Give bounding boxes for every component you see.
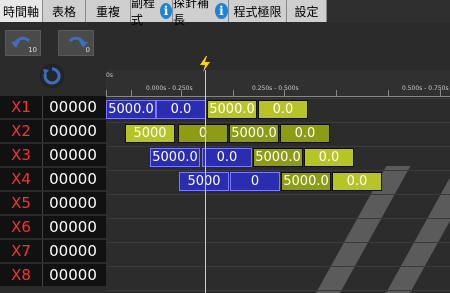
row-divider [106, 122, 450, 123]
ruler-tick [284, 90, 285, 96]
redo-button[interactable]: 0 [58, 30, 94, 56]
ruler-tick [440, 90, 441, 96]
timeline-segment[interactable]: 0.0 [202, 148, 252, 167]
channel-value: 00000 [49, 242, 97, 260]
ruler-label: 0.500s - 0.750s [402, 85, 449, 92]
channel-value: 00000 [49, 194, 97, 212]
timeline-segment[interactable]: 5000.0 [150, 148, 200, 167]
timeline[interactable]: 0s 0.000s - 0.250s 0.250s - 0.500s 0.500s … [106, 70, 450, 293]
timeline-segment[interactable]: 0.0 [156, 100, 206, 119]
row-divider [106, 266, 450, 267]
row-divider [106, 98, 450, 99]
tab-3[interactable]: 重複 [86, 0, 131, 22]
undo-button[interactable]: 10 [5, 30, 41, 56]
info-icon[interactable]: i [214, 3, 228, 19]
timeline-segment[interactable]: 0.0 [258, 100, 308, 119]
tab-2[interactable]: 表格 [43, 0, 86, 22]
reset-button[interactable] [40, 64, 64, 88]
row-divider [106, 242, 450, 243]
channel-label: X8 [0, 264, 43, 286]
channel-row[interactable]: X4 00000 [0, 168, 106, 192]
channel-row[interactable]: X1 00000 [0, 96, 106, 120]
ruler-tick [181, 90, 182, 96]
timeline-segment[interactable]: 5000.0 [229, 124, 279, 143]
redo-count: 0 [85, 46, 90, 54]
channel-row[interactable]: X7 00000 [0, 240, 106, 264]
row-divider [106, 218, 450, 219]
tab-label: 表格 [51, 4, 76, 19]
tab-1[interactable]: 時間軸 [0, 0, 43, 22]
channel-label: X1 [0, 96, 43, 118]
ruler-tick [233, 90, 234, 96]
ruler-tick [336, 90, 337, 96]
tab-label: 副程式 [131, 0, 156, 27]
tab-6[interactable]: 程式極限 [229, 0, 287, 22]
channel-label: X2 [0, 120, 43, 142]
timeline-segment[interactable]: 5000.0 [253, 148, 303, 167]
channel-label: X5 [0, 192, 43, 214]
channel-label: X4 [0, 168, 43, 190]
timeline-segment[interactable]: 5000.0 [207, 100, 257, 119]
timeline-segment[interactable]: 0.0 [304, 148, 354, 167]
time-ruler: 0s 0.000s - 0.250s 0.250s - 0.500s 0.500s … [106, 70, 450, 97]
channel-label: X6 [0, 216, 43, 238]
tab-label: 時間軸 [2, 4, 39, 19]
channel-row[interactable]: X2 00000 [0, 120, 106, 144]
refresh-icon [41, 65, 63, 87]
channel-value: 00000 [49, 122, 97, 140]
channel-label: X7 [0, 240, 43, 262]
channel-row[interactable]: X5 00000 [0, 192, 106, 216]
timeline-segment[interactable]: 5000.0 [281, 172, 331, 191]
channel-row[interactable]: X6 00000 [0, 216, 106, 240]
channel-value: 00000 [49, 146, 97, 164]
tab-label: 程式極限 [233, 4, 282, 19]
ruler-tick [131, 90, 132, 96]
timeline-segment[interactable]: 5000.0 [106, 100, 156, 119]
timeline-segment[interactable]: 5000 [179, 172, 229, 191]
tab-label: 重複 [95, 4, 120, 19]
tab-7[interactable]: 設定 [287, 0, 327, 22]
timeline-segment[interactable]: 5000 [125, 124, 175, 143]
channel-row[interactable]: X3 00000 [0, 144, 106, 168]
ruler-label: 0.250s - 0.500s [252, 85, 299, 92]
channel-value: 00000 [49, 218, 97, 236]
row-divider [106, 146, 450, 147]
channel-value: 00000 [49, 98, 97, 116]
timeline-segment[interactable]: 0.0 [280, 124, 330, 143]
info-icon[interactable]: i [160, 3, 172, 19]
tab-5[interactable]: 探針補長 i [173, 0, 229, 27]
timeline-segment[interactable]: 0 [230, 172, 280, 191]
tab-label: 探針補長 [173, 0, 210, 27]
channel-value: 00000 [49, 266, 97, 284]
ruler-label: 0.000s - 0.250s [146, 85, 193, 92]
row-divider [106, 170, 450, 171]
timeline-segment[interactable]: 0 [178, 124, 228, 143]
row-divider [106, 194, 450, 195]
ruler-start-label: 0s [106, 72, 113, 79]
ruler-tick [388, 90, 389, 96]
channel-row[interactable]: X8 00000 [0, 264, 106, 288]
playhead-line[interactable] [205, 70, 206, 293]
playhead-bolt-icon[interactable] [199, 56, 211, 72]
ruler-tick [106, 90, 107, 96]
timeline-segment[interactable]: 0.0 [332, 172, 382, 191]
tab-bar: 時間軸 表格 重複 副程式 i 探針補長 i 程式極限 設定 [0, 0, 450, 27]
tab-label: 設定 [294, 4, 319, 19]
row-divider [106, 290, 450, 291]
undo-count: 10 [28, 46, 37, 54]
channel-value: 00000 [49, 170, 97, 188]
channel-label: X3 [0, 144, 43, 166]
tab-4[interactable]: 副程式 i [131, 0, 173, 27]
